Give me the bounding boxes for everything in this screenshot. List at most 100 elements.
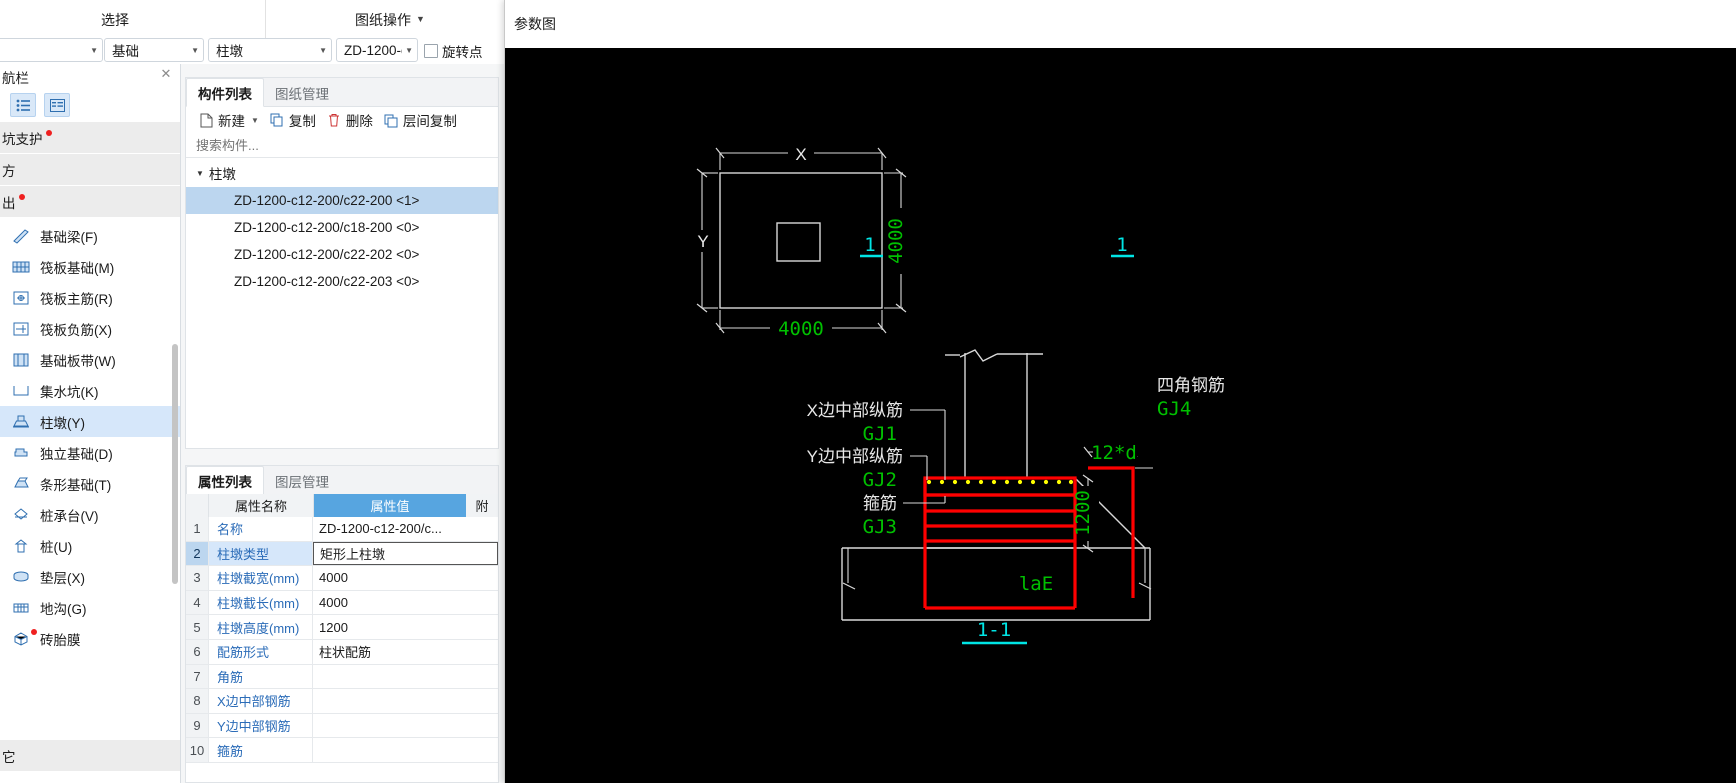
sidebar-item-trench[interactable]: 地沟(G): [0, 592, 180, 623]
chevron-down-icon: ▼: [191, 45, 199, 55]
row-property-value[interactable]: 矩形上柱墩: [313, 541, 498, 566]
cad-canvas[interactable]: .ol{stroke:#d9d9d9;stroke-width:1.4;fill…: [505, 48, 1736, 783]
table-row[interactable]: 10 箍筋: [186, 738, 498, 763]
sidebar-item-pile-cap[interactable]: 桩承台(V): [0, 499, 180, 530]
sidebar-item-column-pier[interactable]: 柱墩(Y): [0, 406, 180, 437]
sidebar-scrollbar[interactable]: [172, 344, 178, 584]
sidebar-item-raft-foundation[interactable]: 筏板基础(M): [0, 251, 180, 282]
notification-dot: [31, 629, 37, 635]
floor-select[interactable]: 础层 ▼: [0, 38, 103, 62]
row-property-value[interactable]: [313, 738, 498, 762]
row-index: 2: [186, 541, 209, 566]
sidebar-item-raft-main-rebar[interactable]: 筏板主筋(R): [0, 282, 180, 313]
tree-group-label: 柱墩: [208, 167, 236, 182]
copy-between-floors-button[interactable]: 层间复制: [379, 108, 461, 132]
tab-property-list[interactable]: 属性列表: [186, 466, 264, 495]
sidebar-label: 砖胎膜: [40, 632, 81, 648]
chevron-down-icon: ▼: [319, 45, 327, 55]
list-item[interactable]: ZD-1200-c12-200/c18-200 <0>: [186, 214, 498, 241]
sidebar-label: 条形基础(T): [40, 477, 112, 493]
row-property-value[interactable]: 柱状配筋: [313, 640, 498, 664]
row-property-value[interactable]: [313, 665, 498, 689]
chevron-down-icon: ▼: [251, 115, 259, 125]
element-select[interactable]: 柱墩 ▼: [208, 38, 332, 62]
nav-group-output-label: 出: [0, 192, 25, 212]
table-row[interactable]: 3 柱墩截宽(mm) 4000: [186, 566, 498, 591]
ribbon-group-select-label: 选择: [101, 12, 129, 28]
table-row[interactable]: 4 柱墩截长(mm) 4000: [186, 590, 498, 616]
table-row[interactable]: 9 Y边中部钢筋: [186, 713, 498, 739]
ribbon: 选择 图纸操作 ▼: [0, 0, 504, 40]
copy-component-button[interactable]: 复制: [265, 108, 320, 132]
brick-formwork-icon: [8, 627, 34, 651]
pile-icon: [8, 534, 34, 558]
sidebar-item-brick-formwork[interactable]: 砖胎膜: [0, 623, 180, 654]
row-property-name: 名称: [209, 517, 313, 541]
sidebar-item-cushion[interactable]: 垫层(X): [0, 561, 180, 592]
delete-component-button[interactable]: 删除: [322, 108, 377, 132]
rotate-point-checkbox[interactable]: 旋转点: [424, 41, 483, 61]
table-row[interactable]: 7 角筋: [186, 664, 498, 690]
tab-component-list[interactable]: 构件列表: [186, 78, 264, 107]
sidebar-item-sump-pit[interactable]: 集水坑(K): [0, 375, 180, 406]
row-index: 7: [186, 664, 209, 689]
row-property-value[interactable]: 1200: [313, 615, 498, 639]
sidebar-item-foundation-beam[interactable]: 基础梁(F): [0, 220, 180, 251]
nav-group-output[interactable]: 出: [0, 186, 180, 218]
sidebar-label: 桩承台(V): [40, 508, 99, 524]
nav-group-other[interactable]: 它: [0, 740, 180, 772]
application-window: 选择 图纸操作 ▼ 础层 ▼ 基础 ▼ 柱墩 ▼ ZD-1200-c12-2 ▼…: [0, 0, 1736, 783]
copy-component-label: 复制: [288, 114, 316, 129]
sidebar-label: 独立基础(D): [40, 446, 113, 462]
list-item[interactable]: ZD-1200-c12-200/c22-202 <0>: [186, 241, 498, 268]
list-item[interactable]: ZD-1200-c12-200/c22-203 <0>: [186, 268, 498, 295]
row-property-value[interactable]: ZD-1200-c12-200/c...: [313, 517, 498, 541]
sidebar-item-isolated-footing[interactable]: 独立基础(D): [0, 437, 180, 468]
ribbon-group-select[interactable]: 选择: [40, 0, 190, 40]
table-row[interactable]: 1 名称 ZD-1200-c12-200/c...: [186, 517, 498, 542]
ribbon-group-drawing-ops[interactable]: 图纸操作 ▼: [300, 0, 480, 40]
tree-group-column-pier[interactable]: ▼ 柱墩: [186, 159, 498, 187]
sidebar-label: 筏板主筋(R): [40, 291, 113, 307]
rotate-point-label: 旋转点: [442, 45, 483, 60]
search-input[interactable]: [194, 137, 472, 154]
row-property-value[interactable]: 4000: [313, 566, 498, 590]
close-icon[interactable]: ✕: [159, 67, 173, 81]
row-property-value[interactable]: [313, 689, 498, 713]
checkbox-box[interactable]: [424, 44, 438, 58]
detail-view-icon[interactable]: [44, 93, 70, 117]
table-row[interactable]: 5 柱墩高度(mm) 1200: [186, 615, 498, 640]
row-property-value[interactable]: [313, 714, 498, 738]
new-component-button[interactable]: 新建 ▼: [194, 108, 263, 132]
tab-drawing-management[interactable]: 图纸管理: [264, 79, 340, 106]
component-select[interactable]: ZD-1200-c12-2 ▼: [336, 38, 418, 62]
header-extra: 附: [466, 494, 498, 517]
nav-group-pit-support[interactable]: 坑支护: [0, 122, 180, 154]
tab-layer-management[interactable]: 图层管理: [264, 467, 340, 494]
table-row[interactable]: 8 X边中部钢筋: [186, 689, 498, 714]
component-search-row[interactable]: [186, 134, 498, 158]
row-index: 8: [186, 689, 209, 713]
pile-cap-icon: [8, 503, 34, 527]
sidebar-item-foundation-strip[interactable]: 基础板带(W): [0, 344, 180, 375]
callout-x-mid-rebar-code: GJ1: [863, 423, 897, 445]
sidebar-label: 筏板基础(M): [40, 260, 115, 276]
row-property-value[interactable]: 4000: [313, 591, 498, 615]
chevron-down-icon: ▼: [196, 168, 204, 178]
strip-footing-icon: [8, 472, 34, 496]
nav-group-earthwork[interactable]: 方: [0, 154, 180, 186]
section-marker-left: 1: [860, 234, 883, 258]
category-select[interactable]: 基础 ▼: [104, 38, 204, 62]
sidebar-item-strip-footing[interactable]: 条形基础(T): [0, 468, 180, 499]
table-row[interactable]: 2 柱墩类型 矩形上柱墩: [186, 541, 498, 567]
sidebar-item-pile[interactable]: 桩(U): [0, 530, 180, 561]
list-item[interactable]: ZD-1200-c12-200/c22-200 <1>: [186, 187, 498, 214]
property-tabbar: 属性列表 图层管理: [186, 466, 498, 495]
table-row[interactable]: 6 配筋形式 柱状配筋: [186, 639, 498, 665]
copy-between-floors-icon: [383, 112, 399, 128]
list-view-icon[interactable]: [10, 93, 36, 117]
sidebar-label: 集水坑(K): [40, 384, 99, 400]
ribbon-group-drawing-ops-label: 图纸操作: [355, 12, 412, 28]
sump-pit-icon: [8, 379, 34, 403]
sidebar-item-raft-negative-rebar[interactable]: 筏板负筋(X): [0, 313, 180, 344]
